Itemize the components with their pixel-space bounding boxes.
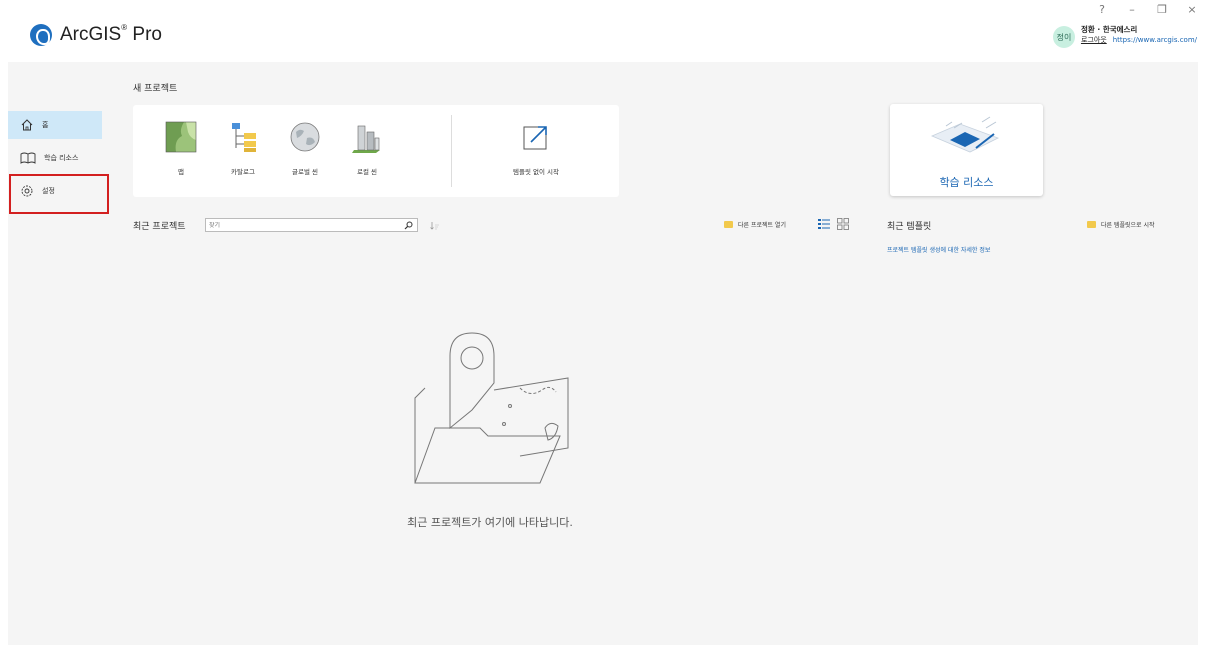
new-catalog-tile[interactable]: 카탈로그 [213,120,273,176]
map-icon [165,121,197,153]
new-project-title: 새 프로젝트 [133,84,178,94]
arcgis-pro-start-page: ArcGIS® Pro ? – ❐ × 정이 정환 · 한국에스리 로그아웃 h… [0,0,1205,645]
new-global-scene-tile[interactable]: 글로벌 씬 [275,120,335,176]
sign-out-link[interactable]: 로그아웃 [1081,35,1107,46]
minimize-button[interactable]: – [1127,3,1137,16]
start-without-template-tile[interactable]: 템플릿 없이 시작 [477,120,595,176]
start-other-template-button[interactable]: 다른 템플릿으로 시작 [1087,220,1155,229]
globe-icon [290,122,320,152]
app-logo: ArcGIS® Pro [30,23,162,46]
recent-templates-title: 최근 템플릿 [887,222,932,232]
user-name: 정환 · 한국에스리 [1080,25,1138,34]
tile-label: 로컬 씬 [356,168,377,176]
sidebar-item-label: 학습 리소스 [44,154,79,162]
portal-link[interactable]: https://www.arcgis.com/ [1113,35,1197,46]
book-icon [20,152,36,164]
user-panel: 정이 정환 · 한국에스리 로그아웃 https://www.arcgis.co… [1052,24,1197,48]
recent-projects-search[interactable] [205,218,418,232]
sort-icon[interactable] [430,221,440,230]
local-scene-icon [352,125,380,153]
avatar[interactable]: 정이 [1052,26,1075,48]
grid-view-icon[interactable] [837,218,849,230]
search-input[interactable] [209,221,399,229]
app-title: ArcGIS® Pro [60,23,162,45]
learning-illustration-icon [930,116,1000,153]
tile-label: 카탈로그 [231,168,255,176]
empty-recent-projects-message: 최근 프로젝트가 여기에 나타납니다. [407,516,573,529]
arcgis-globe-icon [30,23,52,46]
new-map-tile[interactable]: 맵 [151,120,211,176]
close-button[interactable]: × [1187,3,1197,16]
settings-highlight-box [9,174,109,214]
new-local-scene-tile[interactable]: 로컬 씬 [337,120,397,176]
folder-icon [1087,221,1096,228]
external-arrow-icon [523,126,547,150]
tile-label: 템플릿 없이 시작 [513,168,559,176]
sidebar-item-label: 홈 [42,121,49,129]
help-button[interactable]: ? [1097,3,1107,16]
sidebar-item-learning[interactable]: 학습 리소스 [8,144,102,172]
list-view-icon[interactable] [818,218,830,230]
search-icon[interactable] [404,221,413,230]
home-icon [21,119,33,131]
card-divider [451,115,452,187]
learning-resources-card[interactable]: 학습 리소스 [890,104,1043,196]
app-header: ArcGIS® Pro ? – ❐ × 정이 정환 · 한국에스리 로그아웃 h… [0,0,1205,62]
open-other-project-button[interactable]: 다른 프로젝트 열기 [724,220,786,229]
window-controls: ? – ❐ × [1097,3,1197,16]
learning-resources-label: 학습 리소스 [939,176,994,189]
folder-icon [724,221,733,228]
new-project-card: 맵 카탈로그 글로벌 씬 로컬 씬 템플릿 없이 시작 [133,105,619,197]
recent-projects-title: 최근 프로젝트 [133,222,186,232]
restore-button[interactable]: ❐ [1157,3,1167,16]
empty-projects-illustration-icon [414,332,569,484]
tile-label: 글로벌 씬 [292,168,318,176]
tile-label: 맵 [178,168,184,176]
catalog-icon [232,123,256,152]
sidebar-item-home[interactable]: 홈 [8,111,102,139]
template-info-link[interactable]: 프로젝트 템플릿 생성에 대한 자세한 정보 [887,245,990,254]
